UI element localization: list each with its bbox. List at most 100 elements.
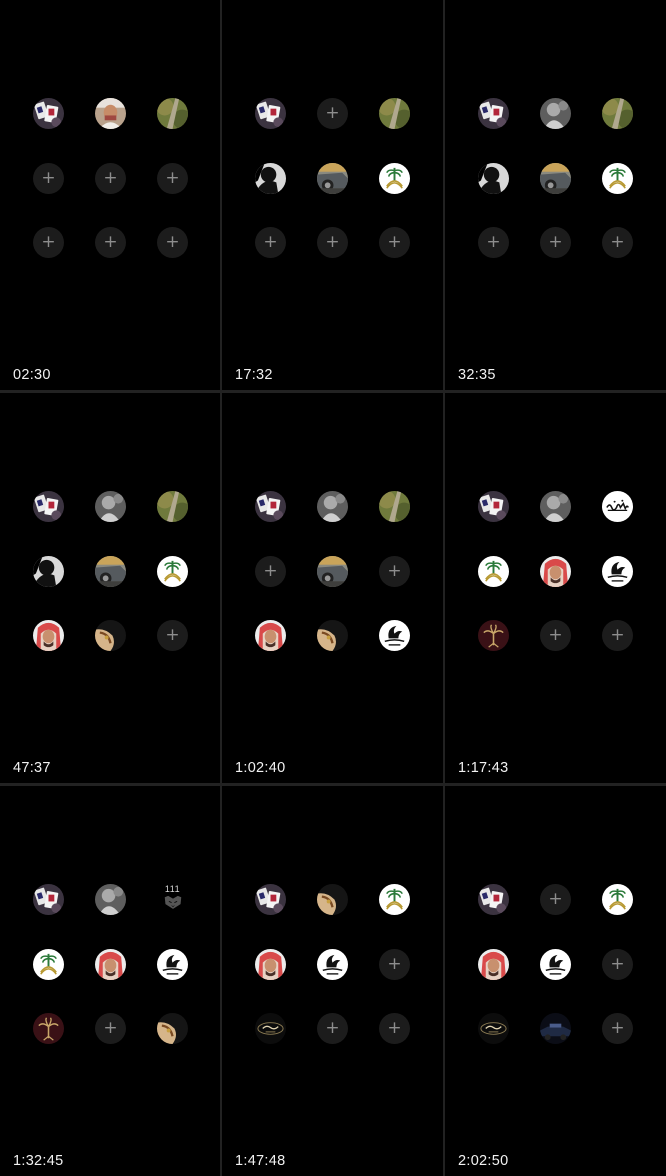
palm-avatar[interactable] [478,620,509,651]
add-slot-button[interactable]: + [95,1013,126,1044]
red-ghutra-avatar[interactable] [540,556,571,587]
dagger-avatar[interactable] [157,1013,188,1044]
calligraphy-avatar[interactable] [602,491,633,522]
avatar-grid: + + + + + + [0,98,220,258]
cards-avatar[interactable] [33,491,64,522]
timestamp: 1:02:40 [235,760,286,776]
car-avatar[interactable] [317,163,348,194]
gray-figure-avatar[interactable] [317,491,348,522]
car-avatar[interactable] [95,556,126,587]
tiger-111-avatar[interactable]: 111 [157,884,188,915]
add-slot-button[interactable]: + [157,620,188,651]
silhouette-avatar[interactable] [33,556,64,587]
plus-icon: + [263,560,278,581]
add-slot-button[interactable]: + [317,1013,348,1044]
dark-logo-avatar[interactable] [255,1013,286,1044]
add-slot-button[interactable]: + [379,556,410,587]
add-slot-button[interactable]: + [540,620,571,651]
add-slot-button[interactable]: + [602,949,633,980]
avatar-grid: + + + [445,884,666,1044]
red-ghutra-avatar[interactable] [33,620,64,651]
red-ghutra-avatar[interactable] [255,949,286,980]
timestamp: 17:32 [235,367,273,383]
cards-avatar[interactable] [478,884,509,915]
saudi-emblem-avatar[interactable] [602,884,633,915]
add-slot-button[interactable]: + [95,163,126,194]
cards-avatar[interactable] [478,98,509,129]
saudi-emblem-avatar[interactable] [478,556,509,587]
red-ghutra-avatar[interactable] [478,949,509,980]
plus-icon: + [387,1017,402,1038]
saudi-emblem-avatar[interactable] [379,884,410,915]
add-slot-button[interactable]: + [317,227,348,258]
avatar-grid: + + + + [222,98,443,258]
red-ghutra-avatar[interactable] [255,620,286,651]
dark-car-avatar[interactable] [540,1013,571,1044]
cards-avatar[interactable] [255,98,286,129]
add-slot-button[interactable]: + [602,1013,633,1044]
silhouette-avatar[interactable] [255,163,286,194]
plus-icon: + [610,953,625,974]
cards-avatar[interactable] [255,491,286,522]
add-slot-button[interactable]: + [478,227,509,258]
gray-figure-avatar[interactable] [540,98,571,129]
plus-icon: + [325,1017,340,1038]
timestamp: 2:02:50 [458,1153,509,1169]
man-portrait-avatar[interactable] [95,98,126,129]
plus-icon: + [41,167,56,188]
add-slot-button[interactable]: + [157,227,188,258]
palm-avatar[interactable] [33,1013,64,1044]
add-slot-button[interactable]: + [602,620,633,651]
add-slot-button[interactable]: + [540,884,571,915]
plus-icon: + [165,167,180,188]
silhouette-avatar[interactable] [478,163,509,194]
saudi-emblem-avatar[interactable] [602,163,633,194]
gray-figure-avatar[interactable] [95,491,126,522]
frame-6: + +1:17:43 [445,393,666,783]
car-avatar[interactable] [317,556,348,587]
red-ghutra-avatar[interactable] [95,949,126,980]
add-slot-button[interactable]: + [379,227,410,258]
add-slot-button[interactable]: + [317,98,348,129]
add-slot-button[interactable]: + [379,1013,410,1044]
dagger-avatar[interactable] [317,620,348,651]
add-slot-button[interactable]: + [379,949,410,980]
road-avatar[interactable] [379,98,410,129]
road-avatar[interactable] [157,98,188,129]
add-slot-button[interactable]: + [602,227,633,258]
falcon-logo-avatar[interactable] [317,949,348,980]
saudi-emblem-avatar[interactable] [379,163,410,194]
falcon-logo-avatar[interactable] [379,620,410,651]
cards-avatar[interactable] [478,491,509,522]
dagger-avatar[interactable] [95,620,126,651]
road-avatar[interactable] [379,491,410,522]
saudi-emblem-avatar[interactable] [33,949,64,980]
dark-logo-avatar[interactable] [478,1013,509,1044]
timestamp: 32:35 [458,367,496,383]
dagger-avatar[interactable] [317,884,348,915]
timestamp: 47:37 [13,760,51,776]
add-slot-button[interactable]: + [33,227,64,258]
road-avatar[interactable] [602,98,633,129]
cards-avatar[interactable] [33,98,64,129]
timestamp: 1:32:45 [13,1153,64,1169]
saudi-emblem-avatar[interactable] [157,556,188,587]
gray-figure-avatar[interactable] [540,491,571,522]
add-slot-button[interactable]: + [540,227,571,258]
add-slot-button[interactable]: + [157,163,188,194]
gray-figure-avatar[interactable] [95,884,126,915]
road-avatar[interactable] [157,491,188,522]
cards-avatar[interactable] [255,884,286,915]
falcon-logo-avatar[interactable] [157,949,188,980]
add-slot-button[interactable]: + [255,556,286,587]
falcon-logo-avatar[interactable] [602,556,633,587]
frame-5: + +1:02:40 [222,393,443,783]
add-slot-button[interactable]: + [33,163,64,194]
falcon-logo-avatar[interactable] [540,949,571,980]
add-slot-button[interactable]: + [95,227,126,258]
plus-icon: + [610,624,625,645]
car-avatar[interactable] [540,163,571,194]
plus-icon: + [41,231,56,252]
add-slot-button[interactable]: + [255,227,286,258]
cards-avatar[interactable] [33,884,64,915]
